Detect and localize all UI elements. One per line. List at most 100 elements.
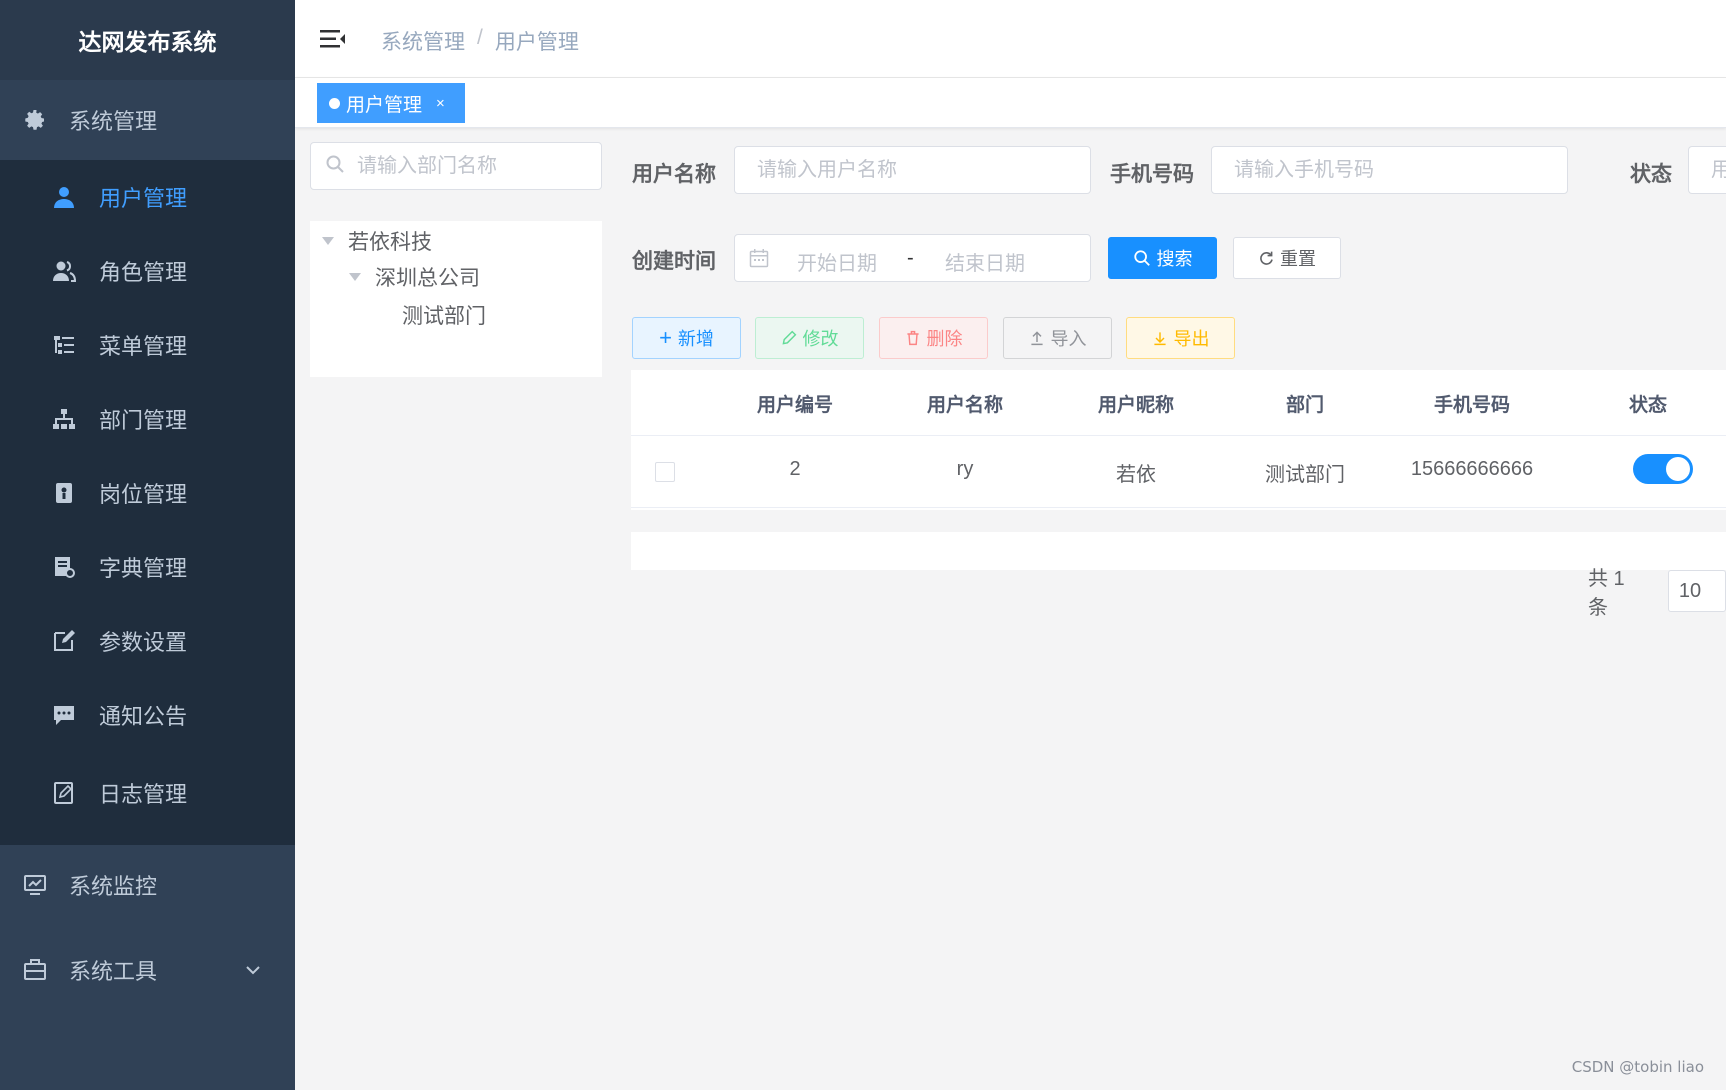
table-row[interactable]: 2 ry 若依 测试部门 15666666666 [631,436,1726,508]
sidebar-item-menus[interactable]: 菜单管理 [0,308,295,382]
tree-node-company[interactable]: 若依科技 [322,223,432,259]
cell-user-id: 2 [789,458,801,480]
status-label: 状态 [1630,163,1672,186]
dept-search-input[interactable] [355,153,575,179]
phone-field[interactable] [1211,146,1568,194]
tag-label: 用户管理 [346,94,423,116]
search-icon [325,154,345,179]
column-header[interactable]: 部门 [1286,390,1324,417]
menu-label: 系统管理 [69,109,158,134]
edit-icon [51,628,77,654]
sidebar-item-label: 字典管理 [99,556,188,581]
post-icon [51,480,77,506]
upload-icon [1030,331,1043,346]
download-icon [1153,332,1166,346]
pagination-total: 共 1 条 [1588,568,1625,619]
gear-icon [22,107,48,133]
switch-knob [1666,457,1690,481]
tree-node-label: 深圳总公司 [375,267,480,290]
message-icon [51,702,77,728]
edit-button-label: 修改 [802,329,839,349]
export-button[interactable]: 导出 [1126,317,1235,359]
sidebar-item-label: 菜单管理 [99,334,188,359]
sidebar-item-label: 用户管理 [99,186,188,211]
table-header: 用户编号 用户名称 用户昵称 部门 手机号码 状态 [631,370,1726,436]
username-input[interactable] [735,157,1090,183]
sidebar-item-parameters[interactable]: 参数设置 [0,604,295,678]
breadcrumb-item-current: 用户管理 [494,31,579,54]
breadcrumb-item[interactable]: 系统管理 [381,26,465,56]
sidebar-item-departments[interactable]: 部门管理 [0,382,295,456]
caret-down-icon[interactable] [322,237,334,245]
sidebar-item-label: 部门管理 [99,408,188,433]
tags-view: 用户管理 × [295,78,1726,128]
column-header[interactable]: 状态 [1629,390,1667,417]
start-date-placeholder[interactable]: 开始日期 [797,247,877,276]
sidebar-item-notices[interactable]: 通知公告 [0,678,295,752]
sidebar-item-label: 岗位管理 [99,482,188,507]
log-icon [51,780,77,806]
dept-search-field[interactable] [310,142,602,190]
navbar: 系统管理 / 用户管理 [295,0,1726,78]
edit-button[interactable]: 修改 [755,317,864,359]
column-header[interactable]: 用户名称 [927,390,1003,417]
sidebar-item-label: 参数设置 [99,630,188,655]
menu-system-tools[interactable]: 系统工具 [0,930,295,1010]
people-icon [51,258,77,284]
delete-button[interactable]: 删除 [879,317,988,359]
dept-tree: 若依科技 深圳总公司 测试部门 [310,221,602,377]
tree-node-label: 测试部门 [402,305,486,328]
import-button-label: 导入 [1050,329,1087,349]
hamburger-icon[interactable] [317,24,347,54]
menu-system-management[interactable]: 系统管理 [0,80,295,160]
row-checkbox[interactable] [655,462,675,482]
column-header[interactable]: 用户编号 [757,390,833,417]
username-label: 用户名称 [632,163,716,186]
active-dot-icon [329,97,340,109]
table-footer-area [631,532,1726,570]
status-select-input[interactable] [1689,157,1726,183]
column-header[interactable]: 用户昵称 [1098,390,1174,417]
tree-node-test-dept[interactable]: 测试部门 [402,297,486,333]
cell-nickname: 若依 [1116,464,1156,486]
tree-node-shenzhen[interactable]: 深圳总公司 [349,259,480,295]
calendar-icon [749,248,769,273]
sidebar-item-logs[interactable]: 日志管理 [0,756,295,830]
page-size-select[interactable]: 10 [1667,570,1726,612]
date-range-picker[interactable]: 开始日期 - 结束日期 [734,234,1091,282]
sidebar-item-roles[interactable]: 角色管理 [0,234,295,308]
pagination: 共 1 条 10 [1588,562,1726,620]
delete-button-label: 删除 [926,329,963,349]
tag-user-management[interactable]: 用户管理 × [317,83,465,123]
username-field[interactable] [734,146,1091,194]
sidebar-item-dictionary[interactable]: 字典管理 [0,530,295,604]
search-icon [1133,250,1150,266]
sidebar-item-label: 日志管理 [99,782,188,807]
column-header[interactable]: 手机号码 [1434,390,1510,417]
watermark: CSDN @tobin liao [1571,1058,1704,1076]
search-button[interactable]: 搜索 [1108,237,1217,279]
org-tree-icon [51,406,77,432]
tree-table-icon [51,332,77,358]
end-date-placeholder[interactable]: 结束日期 [945,247,1025,276]
close-icon[interactable]: × [436,95,445,112]
reset-button[interactable]: 重置 [1233,237,1341,279]
submenu-system-management: 用户管理 角色管理 菜单管理 部门管理 岗位管理 字典管理 参数设置 通知公告 … [0,160,295,845]
menu-label: 系统监控 [69,874,158,899]
menu-system-monitor[interactable]: 系统监控 [0,845,295,925]
breadcrumb-separator: / [477,26,483,49]
chevron-down-icon [241,958,265,982]
import-button[interactable]: 导入 [1003,317,1112,359]
add-button[interactable]: + 新增 [632,317,741,359]
user-icon [51,184,77,210]
sidebar-item-posts[interactable]: 岗位管理 [0,456,295,530]
sidebar-item-label: 角色管理 [99,260,188,285]
caret-down-icon[interactable] [349,273,361,281]
cell-phone: 15666666666 [1410,458,1534,480]
status-switch[interactable] [1633,454,1693,484]
phone-input[interactable] [1212,157,1567,183]
sidebar-item-users[interactable]: 用户管理 [0,160,295,234]
status-select[interactable] [1688,146,1726,194]
plus-icon: + [659,325,672,350]
breadcrumb: 系统管理 / 用户管理 [381,26,579,56]
